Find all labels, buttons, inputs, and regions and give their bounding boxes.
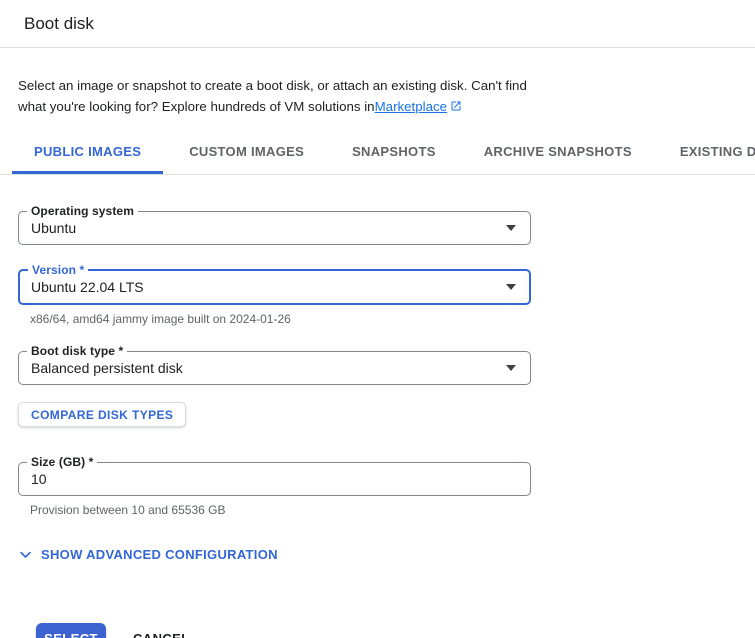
version-value: Ubuntu 22.04 LTS (31, 279, 144, 295)
marketplace-link-label: Marketplace (375, 99, 447, 114)
operating-system-label: Operating system (27, 204, 138, 218)
boot-disk-type-select[interactable]: Boot disk type * Balanced persistent dis… (18, 351, 531, 385)
cancel-button[interactable]: CANCEL (133, 631, 190, 638)
version-helper-text: x86/64, amd64 jammy image built on 2024-… (30, 312, 737, 326)
select-button[interactable]: SELECT (36, 623, 106, 638)
tab-snapshots[interactable]: SNAPSHOTS (330, 129, 458, 174)
size-field: Size (GB) * (18, 462, 531, 496)
size-helper-text: Provision between 10 and 65536 GB (30, 503, 737, 517)
dropdown-arrow-icon (506, 225, 516, 231)
version-label: Version * (28, 263, 88, 277)
boot-disk-type-value: Balanced persistent disk (31, 360, 183, 376)
chevron-down-icon (18, 547, 33, 562)
size-label: Size (GB) * (27, 455, 97, 469)
tab-existing-disks[interactable]: EXISTING DISKS (658, 129, 755, 174)
boot-disk-form: Operating system Ubuntu Version * Ubuntu… (0, 211, 755, 638)
compare-disk-types-button[interactable]: COMPARE DISK TYPES (18, 402, 186, 427)
operating-system-value: Ubuntu (31, 220, 76, 236)
dialog-footer: SELECT CANCEL (36, 623, 737, 638)
tab-custom-images[interactable]: CUSTOM IMAGES (167, 129, 326, 174)
boot-disk-type-label: Boot disk type * (27, 344, 127, 358)
page-title: Boot disk (24, 14, 94, 34)
intro-text: Select an image or snapshot to create a … (18, 75, 550, 117)
tab-bar: PUBLIC IMAGES CUSTOM IMAGES SNAPSHOTS AR… (0, 129, 755, 175)
tab-archive-snapshots[interactable]: ARCHIVE SNAPSHOTS (462, 129, 654, 174)
open-in-new-icon (450, 100, 462, 112)
tab-public-images[interactable]: PUBLIC IMAGES (12, 129, 163, 174)
marketplace-link[interactable]: Marketplace (375, 99, 462, 114)
dialog-header: Boot disk (0, 0, 755, 48)
size-input[interactable] (31, 471, 516, 487)
intro-line-2: what you're looking for? Explore hundred… (18, 99, 375, 114)
dropdown-arrow-icon (506, 284, 516, 290)
version-select[interactable]: Version * Ubuntu 22.04 LTS (18, 269, 531, 305)
operating-system-select[interactable]: Operating system Ubuntu (18, 211, 531, 245)
intro-line-1: Select an image or snapshot to create a … (18, 75, 550, 96)
dropdown-arrow-icon (506, 365, 516, 371)
show-advanced-configuration-toggle[interactable]: SHOW ADVANCED CONFIGURATION (18, 547, 278, 562)
advanced-toggle-label: SHOW ADVANCED CONFIGURATION (41, 547, 278, 562)
